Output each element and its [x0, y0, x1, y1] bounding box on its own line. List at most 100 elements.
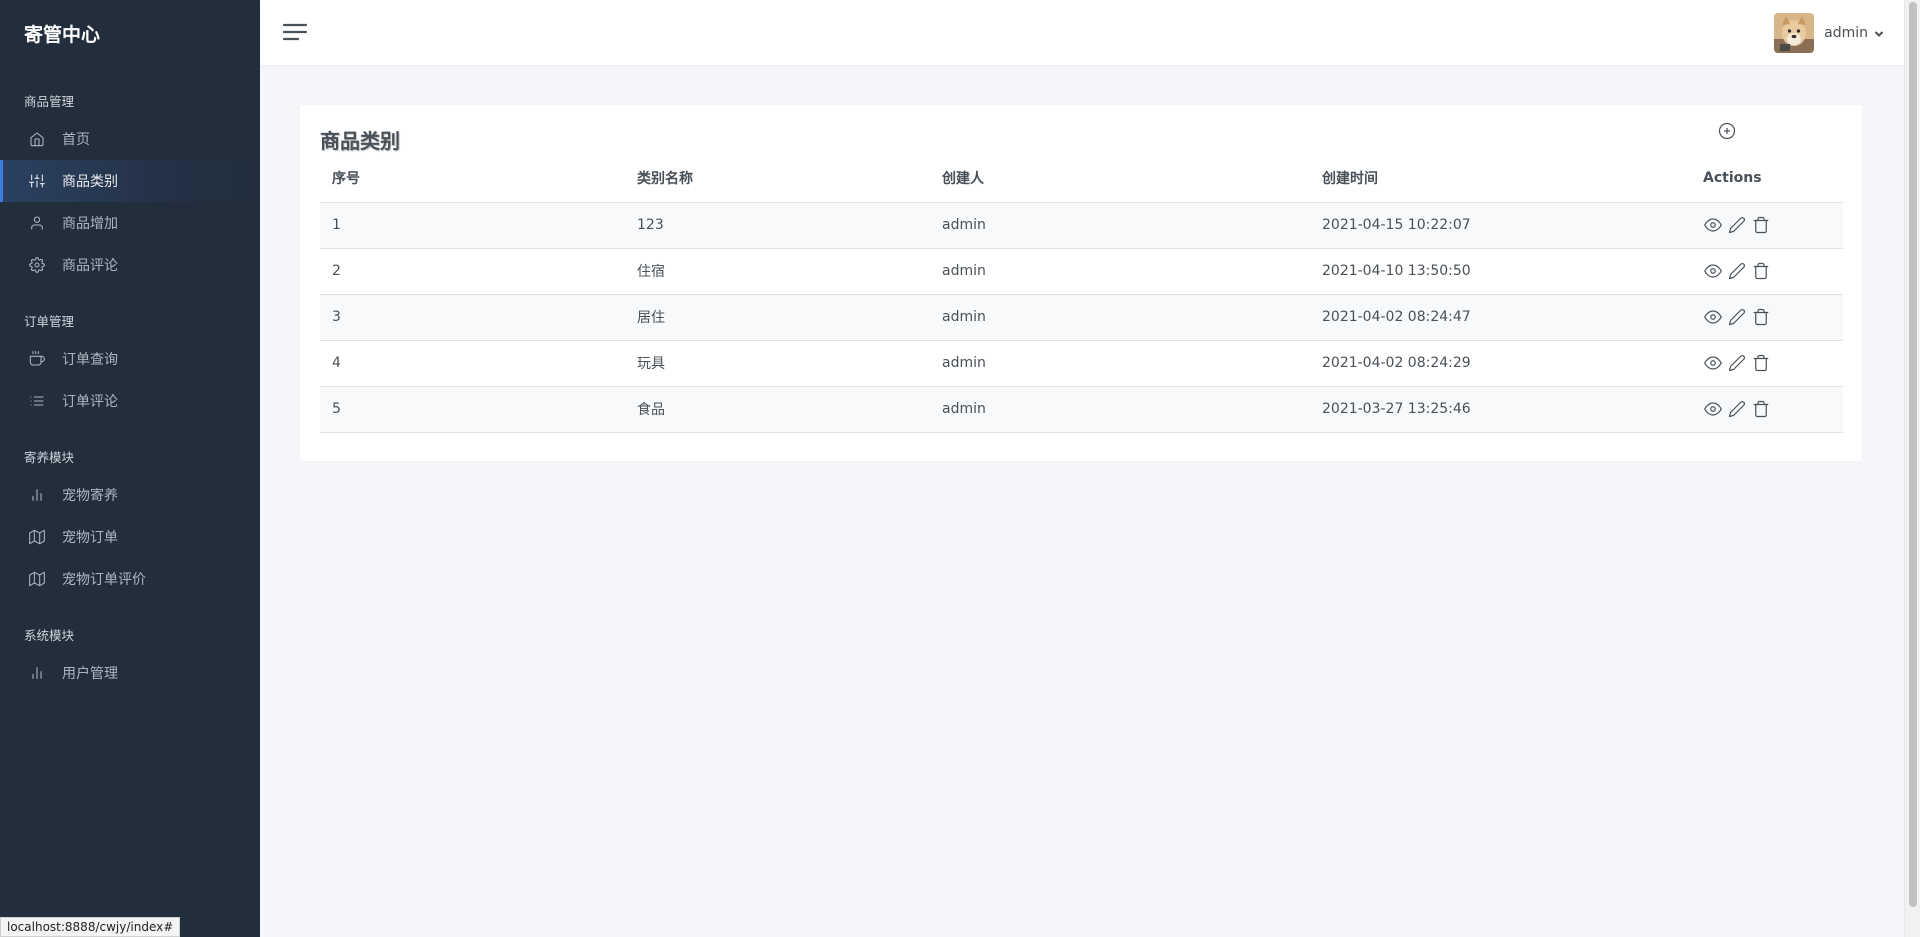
delete-button[interactable]	[1751, 215, 1771, 235]
page-scrollbar[interactable]	[1904, 0, 1920, 937]
bar-chart-icon	[28, 664, 46, 682]
sidebar-toggle-button[interactable]	[282, 19, 308, 45]
cell-created-time: 2021-03-27 13:25:46	[1310, 386, 1691, 433]
coffee-icon	[28, 350, 46, 368]
cell-index: 4	[320, 340, 625, 387]
sidebar-item-pet-foster[interactable]: 宠物寄养	[0, 474, 260, 516]
table-row: 5 食品 admin 2021-03-27 13:25:46	[320, 386, 1843, 433]
view-button[interactable]	[1703, 261, 1723, 281]
brand-title[interactable]: 寄管中心	[0, 0, 260, 66]
sidebar-item-goods-add[interactable]: 商品增加	[0, 202, 260, 244]
column-header-actions: Actions	[1691, 155, 1843, 203]
settings-icon	[28, 256, 46, 274]
table-row: 3 居住 admin 2021-04-02 08:24:47	[320, 294, 1843, 341]
cell-index: 3	[320, 294, 625, 341]
view-button[interactable]	[1703, 399, 1723, 419]
trash-icon	[1753, 308, 1769, 326]
sidebar-item-label: 订单评论	[62, 394, 118, 410]
sidebar-item-label: 首页	[62, 132, 90, 148]
edit-icon	[1728, 217, 1745, 234]
cell-actions	[1691, 386, 1843, 433]
cell-actions	[1691, 294, 1843, 341]
sidebar-header-system: 系统模块	[24, 628, 75, 643]
cell-created-time: 2021-04-15 10:22:07	[1310, 202, 1691, 249]
map-icon	[28, 570, 46, 588]
delete-button[interactable]	[1751, 399, 1771, 419]
delete-button[interactable]	[1751, 307, 1771, 327]
cell-index: 1	[320, 202, 625, 249]
list-icon	[28, 392, 46, 410]
cell-created-time: 2021-04-02 08:24:47	[1310, 294, 1691, 341]
edit-icon	[1728, 309, 1745, 326]
trash-icon	[1753, 262, 1769, 280]
cell-index: 5	[320, 386, 625, 433]
category-card: 商品类别 序号 类别名称 创建人 创建时间 Actions 1 123 admi…	[300, 105, 1862, 461]
sidebar-item-home[interactable]: 首页	[0, 118, 260, 160]
sidebar-item-pet-orders[interactable]: 宠物订单	[0, 516, 260, 558]
cell-creator: admin	[930, 294, 1310, 341]
trash-icon	[1753, 354, 1769, 372]
category-table: 序号 类别名称 创建人 创建时间 Actions 1 123 admin 202…	[320, 155, 1843, 433]
chevron-down-icon	[1874, 24, 1884, 43]
edit-button[interactable]	[1727, 261, 1747, 281]
view-button[interactable]	[1703, 307, 1723, 327]
cell-name: 123	[625, 202, 930, 249]
edit-button[interactable]	[1727, 399, 1747, 419]
sidebar-item-goods-comments[interactable]: 商品评论	[0, 244, 260, 286]
cell-actions	[1691, 340, 1843, 387]
column-header-index: 序号	[320, 155, 625, 203]
edit-icon	[1728, 401, 1745, 418]
delete-button[interactable]	[1751, 261, 1771, 281]
avatar	[1774, 13, 1815, 53]
sidebar-item-label: 商品增加	[62, 216, 118, 232]
trash-icon	[1753, 216, 1769, 234]
cell-name: 居住	[625, 294, 930, 341]
edit-button[interactable]	[1727, 353, 1747, 373]
scrollbar-thumb[interactable]	[1909, 2, 1917, 907]
sidebar-item-label: 宠物寄养	[62, 488, 118, 504]
sidebar-header-goods: 商品管理	[24, 94, 75, 109]
edit-button[interactable]	[1727, 307, 1747, 327]
edit-button[interactable]	[1727, 215, 1747, 235]
cell-actions	[1691, 248, 1843, 295]
plus-circle-icon	[1718, 122, 1736, 140]
table-header-row: 序号 类别名称 创建人 创建时间 Actions	[320, 155, 1843, 203]
cell-created-time: 2021-04-10 13:50:50	[1310, 248, 1691, 295]
user-dropdown[interactable]: admin	[1774, 13, 1884, 53]
column-header-created-time: 创建时间	[1310, 155, 1691, 203]
sliders-icon	[28, 172, 46, 190]
edit-icon	[1728, 355, 1745, 372]
column-header-name: 类别名称	[625, 155, 930, 203]
cell-creator: admin	[930, 386, 1310, 433]
home-icon	[28, 130, 46, 148]
sidebar-item-label: 宠物订单	[62, 530, 118, 546]
sidebar-header-foster: 寄养模块	[24, 450, 75, 465]
cell-creator: admin	[930, 248, 1310, 295]
map-icon	[28, 528, 46, 546]
sidebar-item-label: 订单查询	[62, 352, 118, 368]
sidebar-item-user-management[interactable]: 用户管理	[0, 652, 260, 694]
sidebar-item-order-query[interactable]: 订单查询	[0, 338, 260, 380]
view-button[interactable]	[1703, 215, 1723, 235]
user-name: admin	[1824, 25, 1868, 41]
column-header-creator: 创建人	[930, 155, 1310, 203]
add-category-button[interactable]	[1718, 122, 1738, 142]
bar-chart-icon	[28, 486, 46, 504]
sidebar-item-order-comments[interactable]: 订单评论	[0, 380, 260, 422]
user-icon	[28, 214, 46, 232]
delete-button[interactable]	[1751, 353, 1771, 373]
sidebar-item-label: 宠物订单评价	[62, 572, 146, 588]
status-bar-url: localhost:8888/cwjy/index#	[0, 917, 181, 937]
eye-icon	[1704, 356, 1722, 370]
sidebar-item-goods-category[interactable]: 商品类别	[0, 160, 260, 202]
menu-icon	[282, 23, 308, 41]
cell-name: 玩具	[625, 340, 930, 387]
trash-icon	[1753, 400, 1769, 418]
table-row: 2 住宿 admin 2021-04-10 13:50:50	[320, 248, 1843, 295]
cell-created-time: 2021-04-02 08:24:29	[1310, 340, 1691, 387]
topbar: admin	[260, 0, 1904, 65]
cell-actions	[1691, 202, 1843, 249]
view-button[interactable]	[1703, 353, 1723, 373]
sidebar-item-pet-order-reviews[interactable]: 宠物订单评价	[0, 558, 260, 600]
eye-icon	[1704, 310, 1722, 324]
